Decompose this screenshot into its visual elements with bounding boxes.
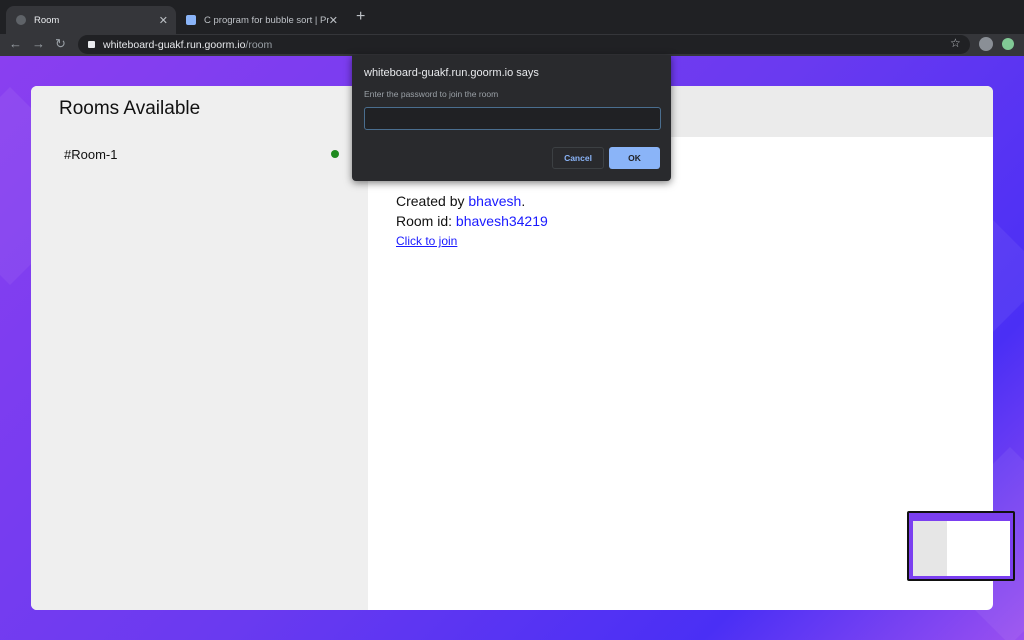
room-id-label: Room id: xyxy=(396,213,456,229)
creator-name: bhavesh xyxy=(468,193,522,209)
password-prompt-dialog: whiteboard-guakf.run.goorm.io says Enter… xyxy=(352,55,671,181)
room-id: bhavesh34219 xyxy=(455,213,548,229)
tab-bubble-sort[interactable]: C program for bubble sort | Pr ✕ xyxy=(176,6,346,34)
site-icon xyxy=(186,15,196,25)
cancel-button[interactable]: Cancel xyxy=(552,147,604,169)
room-info: Created by bhavesh. Room id: bhavesh3421… xyxy=(396,191,548,251)
forward-icon[interactable]: → xyxy=(32,36,45,51)
toolbar: ← → ↻ whiteboard-guakf.run.goorm.io/room… xyxy=(0,34,1024,56)
dialog-title: whiteboard-guakf.run.goorm.io says xyxy=(364,67,539,79)
created-by-label: Created by xyxy=(396,193,469,209)
lock-icon xyxy=(88,41,95,48)
bookmark-star-icon[interactable]: ☆ xyxy=(950,36,961,50)
url-host: whiteboard-guakf.run.goorm.io xyxy=(103,38,246,51)
room-list-item[interactable]: #Room-1 xyxy=(64,147,117,162)
ok-button[interactable]: OK xyxy=(609,147,660,169)
dialog-message: Enter the password to join the room xyxy=(364,89,499,99)
tab-label: Room xyxy=(34,14,60,26)
password-input[interactable] xyxy=(364,107,661,130)
tab-label: C program for bubble sort | Pr xyxy=(204,14,329,26)
close-tab-icon[interactable]: ✕ xyxy=(159,14,168,27)
tab-bar: Room ✕ C program for bubble sort | Pr ✕ … xyxy=(0,0,1024,34)
globe-icon xyxy=(16,15,26,25)
back-icon[interactable]: ← xyxy=(9,36,22,51)
extension-icon[interactable] xyxy=(1002,38,1014,50)
rooms-sidebar: Rooms Available #Room-1 xyxy=(31,86,368,610)
close-tab-icon[interactable]: ✕ xyxy=(329,14,338,27)
period: . xyxy=(521,193,526,209)
address-bar[interactable]: whiteboard-guakf.run.goorm.io/room xyxy=(78,35,970,54)
new-tab-icon[interactable]: + xyxy=(356,8,365,26)
online-status-dot xyxy=(331,150,339,158)
profile-avatar[interactable] xyxy=(979,37,993,51)
screenshot-thumbnail[interactable] xyxy=(907,511,1015,581)
tab-room[interactable]: Room ✕ xyxy=(6,6,176,34)
reload-icon[interactable]: ↻ xyxy=(55,36,66,52)
join-link[interactable]: Click to join xyxy=(396,231,548,251)
sidebar-title: Rooms Available xyxy=(59,98,201,119)
url-path: /room xyxy=(245,38,273,51)
